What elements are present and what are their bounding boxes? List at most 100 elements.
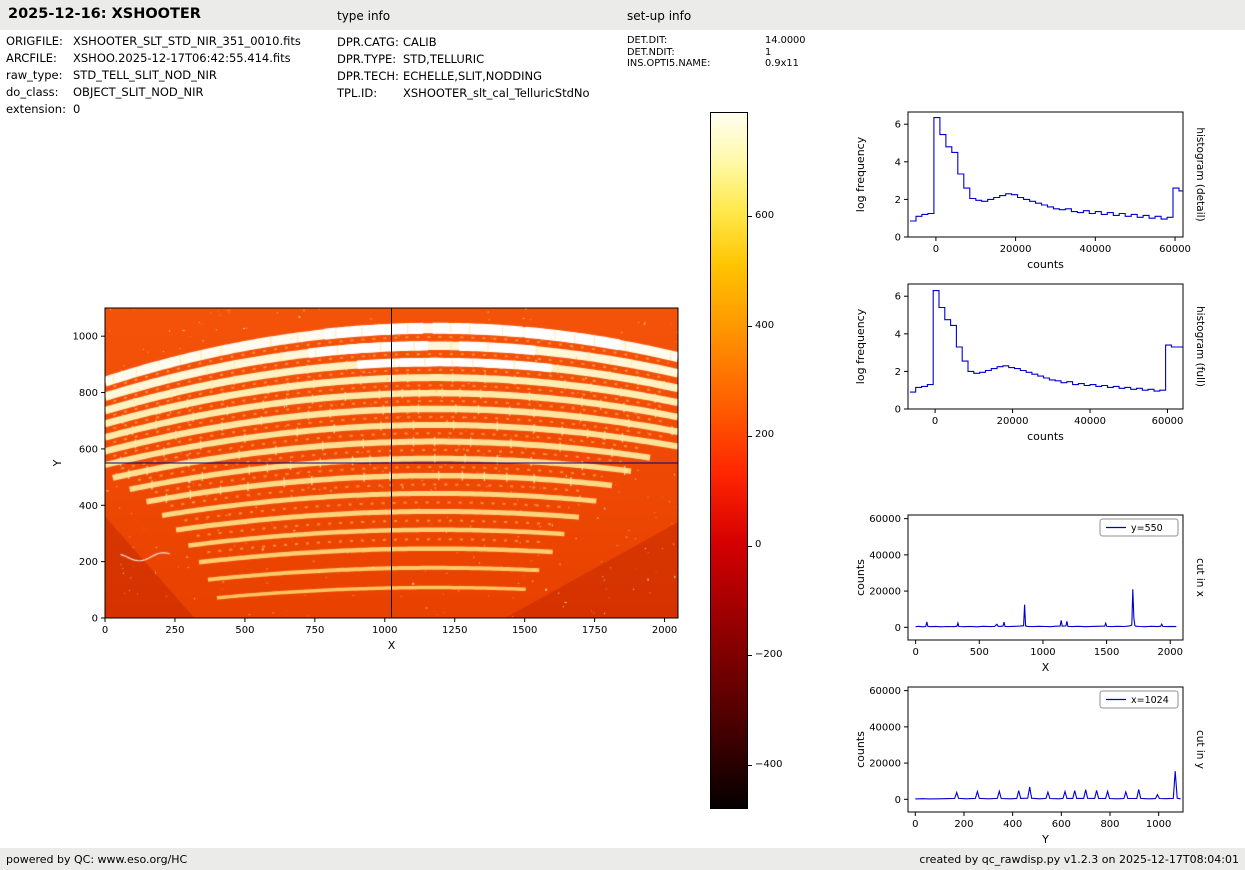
- svg-text:cut in x: cut in x: [1194, 558, 1206, 597]
- svg-text:counts: counts: [854, 731, 867, 768]
- svg-text:800: 800: [1100, 819, 1119, 830]
- svg-text:1000: 1000: [372, 625, 397, 636]
- svg-text:counts: counts: [1027, 258, 1064, 271]
- detector-image-canvas: [105, 308, 678, 618]
- setup-info-heading: set-up info: [627, 9, 691, 23]
- ins-opti5-label: INS.OPTI5.NAME:: [627, 58, 765, 69]
- info-row: raw_type:STD_TELL_SLIT_NOD_NIR: [6, 68, 301, 85]
- svg-text:60000: 60000: [1159, 244, 1191, 255]
- svg-text:1000: 1000: [73, 332, 98, 343]
- svg-text:0: 0: [912, 647, 918, 658]
- page-title: 2025-12-16: XSHOOTER: [8, 6, 201, 22]
- svg-text:40000: 40000: [1079, 244, 1111, 255]
- svg-text:histogram (detail): histogram (detail): [1194, 127, 1206, 221]
- type-info-heading: type info: [337, 9, 390, 23]
- info-row: do_class:OBJECT_SLIT_NOD_NIR: [6, 85, 301, 102]
- dpr-type-value: STD,TELLURIC: [403, 52, 484, 66]
- footer-created-by: created by qc_rawdisp.py v1.2.3 on 2025-…: [913, 853, 1245, 866]
- svg-text:4: 4: [895, 157, 901, 168]
- svg-text:cut in y: cut in y: [1194, 730, 1206, 769]
- svg-text:x=1024: x=1024: [1131, 695, 1169, 706]
- info-row: DET.NDIT:1: [627, 47, 806, 59]
- setup-info-block: DET.DIT:14.0000 DET.NDIT:1 INS.OPTI5.NAM…: [627, 35, 806, 70]
- colorbar: 6004002000−200−400: [710, 112, 748, 809]
- info-row: DPR.TECH:ECHELLE,SLIT,NODDING: [337, 69, 590, 86]
- bottom-status-bar: powered by QC: www.eso.org/HC created by…: [0, 848, 1245, 870]
- detector-image-plot: 0250500750100012501500175020000200400600…: [105, 308, 678, 618]
- svg-text:20000: 20000: [997, 416, 1029, 427]
- dpr-tech-label: DPR.TECH:: [337, 69, 403, 83]
- det-ndit-label: DET.NDIT:: [627, 47, 765, 58]
- svg-text:20000: 20000: [869, 759, 901, 770]
- svg-text:2000: 2000: [652, 625, 677, 636]
- dpr-type-label: DPR.TYPE:: [337, 52, 403, 66]
- svg-text:20000: 20000: [1000, 244, 1032, 255]
- svg-text:6: 6: [895, 292, 901, 303]
- svg-text:0: 0: [895, 623, 901, 634]
- svg-text:750: 750: [305, 625, 324, 636]
- svg-text:0: 0: [92, 614, 98, 625]
- arcfile-value: XSHOO.2025-12-17T06:42:55.414.fits: [73, 51, 291, 65]
- det-dit-value: 14.0000: [765, 35, 806, 46]
- svg-text:500: 500: [970, 647, 989, 658]
- tpl-id-value: XSHOOTER_slt_cal_TelluricStdNo: [403, 86, 590, 100]
- info-row: INS.OPTI5.NAME:0.9x11: [627, 58, 806, 70]
- svg-text:y=550: y=550: [1131, 523, 1163, 534]
- info-row: DPR.CATG:CALIB: [337, 35, 590, 52]
- raw-type-value: STD_TELL_SLIT_NOD_NIR: [73, 68, 217, 82]
- svg-text:600: 600: [79, 444, 98, 455]
- raw-type-label: raw_type:: [6, 68, 73, 82]
- origfile-label: ORIGFILE:: [6, 34, 73, 48]
- info-row: DET.DIT:14.0000: [627, 35, 806, 47]
- footer-qc-link[interactable]: powered by QC: www.eso.org/HC: [0, 853, 193, 866]
- qc-report-page: 2025-12-16: XSHOOTER type info set-up in…: [0, 0, 1245, 870]
- svg-text:0: 0: [895, 233, 901, 244]
- svg-text:1500: 1500: [512, 625, 537, 636]
- chart-svg: 05001000150020000200004000060000Xcountsc…: [846, 503, 1217, 682]
- arcfile-label: ARCFILE:: [6, 51, 73, 65]
- svg-text:60000: 60000: [869, 514, 901, 525]
- svg-text:40000: 40000: [869, 722, 901, 733]
- svg-text:800: 800: [79, 388, 98, 399]
- svg-text:400: 400: [1003, 819, 1022, 830]
- info-row: ORIGFILE:XSHOOTER_SLT_STD_NIR_351_0010.f…: [6, 34, 301, 51]
- tpl-id-label: TPL.ID:: [337, 86, 403, 100]
- info-row: extension:0: [6, 102, 301, 119]
- svg-text:40000: 40000: [1074, 416, 1106, 427]
- det-dit-label: DET.DIT:: [627, 35, 765, 46]
- colorbar-tick-label: 200: [755, 429, 774, 440]
- svg-text:60000: 60000: [1152, 416, 1184, 427]
- svg-text:Y: Y: [51, 459, 64, 467]
- svg-text:2: 2: [895, 195, 901, 206]
- colorbar-tick-label: 400: [755, 320, 774, 331]
- svg-text:0: 0: [895, 405, 901, 416]
- svg-text:40000: 40000: [869, 550, 901, 561]
- svg-text:1000: 1000: [1146, 819, 1171, 830]
- ins-opti5-value: 0.9x11: [765, 58, 799, 69]
- colorbar-tick-label: 0: [755, 539, 761, 550]
- histogram-full-plot: 02000040000600000246countslog frequencyh…: [908, 284, 1183, 409]
- svg-text:log frequency: log frequency: [854, 308, 867, 384]
- svg-text:0: 0: [102, 625, 108, 636]
- svg-text:6: 6: [895, 120, 901, 131]
- svg-text:1250: 1250: [442, 625, 467, 636]
- cut-in-x-plot: 05001000150020000200004000060000Xcountsc…: [908, 515, 1183, 640]
- svg-text:0: 0: [912, 819, 918, 830]
- info-row: DPR.TYPE:STD,TELLURIC: [337, 52, 590, 69]
- svg-text:log frequency: log frequency: [854, 136, 867, 212]
- dpr-catg-label: DPR.CATG:: [337, 35, 403, 49]
- svg-text:60000: 60000: [869, 686, 901, 697]
- top-header-bar: 2025-12-16: XSHOOTER type info set-up in…: [0, 0, 1245, 30]
- svg-text:1500: 1500: [1094, 647, 1119, 658]
- svg-text:2000: 2000: [1158, 647, 1183, 658]
- colorbar-tick-label: 600: [755, 210, 774, 221]
- svg-text:X: X: [1042, 661, 1050, 674]
- svg-text:1000: 1000: [1030, 647, 1055, 658]
- svg-text:X: X: [388, 639, 396, 652]
- extension-value: 0: [73, 102, 80, 116]
- svg-text:counts: counts: [854, 559, 867, 596]
- svg-text:250: 250: [165, 625, 184, 636]
- svg-text:0: 0: [895, 795, 901, 806]
- colorbar-tick-label: −400: [755, 759, 782, 770]
- file-info-block: ORIGFILE:XSHOOTER_SLT_STD_NIR_351_0010.f…: [6, 34, 301, 119]
